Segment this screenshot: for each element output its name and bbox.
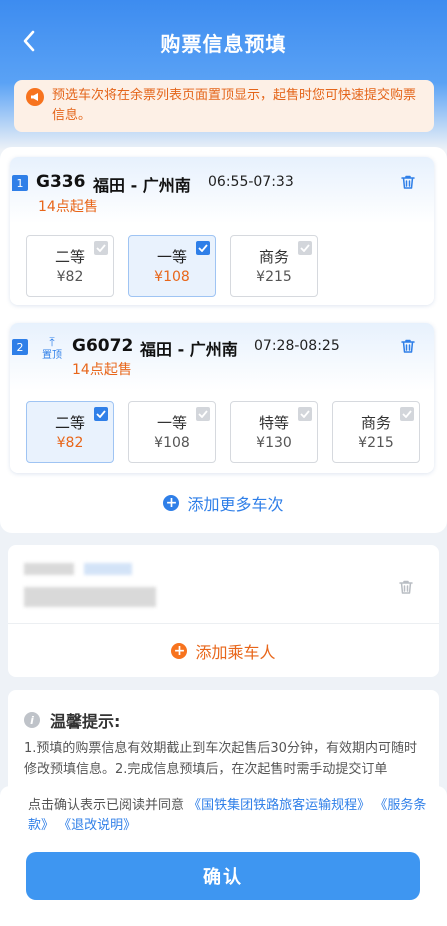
- seat-option[interactable]: 二等 ¥82: [26, 235, 114, 297]
- passenger-id-redacted: [24, 587, 156, 607]
- status-bar: [0, 0, 447, 14]
- passenger-type-redacted: [84, 563, 132, 575]
- train-index-badge: 2: [12, 339, 28, 355]
- checkbox-checked-icon[interactable]: [196, 241, 210, 255]
- tips-card: i 温馨提示: 1.预填的购票信息有效期截止到车次起售后30分钟，有效期内可随时…: [8, 690, 439, 800]
- seat-option[interactable]: 商务 ¥215: [332, 401, 420, 463]
- tips-title: 温馨提示:: [50, 712, 121, 731]
- megaphone-icon: [26, 88, 44, 106]
- seat-price: ¥215: [358, 435, 394, 451]
- seat-price: ¥215: [256, 269, 292, 285]
- sale-time: 14点起售: [38, 199, 98, 215]
- seat-option[interactable]: 商务 ¥215: [230, 235, 318, 297]
- seat-option[interactable]: 一等 ¥108: [128, 235, 216, 297]
- train-index-badge: 1: [12, 175, 28, 191]
- delete-train-button[interactable]: [400, 338, 416, 354]
- seat-option[interactable]: 一等 ¥108: [128, 401, 216, 463]
- add-train-label: 添加更多车次: [187, 495, 284, 514]
- seat-price: ¥108: [154, 435, 190, 451]
- trash-icon: [399, 580, 413, 594]
- train-time: 06:55-07:33: [208, 174, 294, 190]
- pin-label: 置顶: [42, 350, 62, 361]
- notice-banner: 预选车次将在余票列表页面置顶显示，起售时您可快速提交购票信息。: [14, 80, 434, 132]
- checkbox-icon[interactable]: [196, 407, 210, 421]
- checkbox-icon[interactable]: [298, 407, 312, 421]
- divider: [8, 623, 439, 624]
- seat-price: ¥82: [56, 269, 84, 285]
- add-train-button[interactable]: + 添加更多车次: [0, 491, 447, 515]
- passenger-name-redacted: [24, 563, 74, 575]
- tips-body: 1.预填的购票信息有效期截止到车次起售后30分钟，有效期内可随时修改预填信息。2…: [24, 741, 417, 777]
- delete-passenger-button[interactable]: [398, 579, 414, 595]
- seat-price: ¥130: [256, 435, 292, 451]
- checkbox-checked-icon[interactable]: [94, 407, 108, 421]
- checkbox-icon[interactable]: [400, 407, 414, 421]
- train-card: 2 ⤒ 置顶 G6072 福田 - 广州南 07:28-08:25 14点起售 …: [10, 323, 434, 473]
- chevron-left-icon: [23, 30, 35, 52]
- trains-card: 1 G336 福田 - 广州南 06:55-07:33 14点起售 二等 ¥82…: [0, 147, 447, 533]
- train-number: G6072: [72, 336, 134, 356]
- regulation-link[interactable]: 《国铁集团铁路旅客运输规程》: [188, 798, 370, 813]
- delete-train-button[interactable]: [400, 174, 416, 190]
- plus-circle-icon: +: [171, 643, 188, 659]
- refund-link[interactable]: 《退改说明》: [58, 818, 136, 833]
- trash-icon: [401, 339, 415, 353]
- checkbox-icon[interactable]: [94, 241, 108, 255]
- bottom-panel: 点击确认表示已阅读并同意 《国铁集团铁路旅客运输规程》 《服务条款》 《退改说明…: [0, 786, 447, 926]
- info-icon: i: [24, 712, 40, 728]
- agreement-text: 点击确认表示已阅读并同意 《国铁集团铁路旅客运输规程》 《服务条款》 《退改说明…: [28, 796, 428, 836]
- add-passenger-button[interactable]: + 添加乘车人: [8, 637, 439, 665]
- page-title: 购票信息预填: [160, 31, 287, 56]
- train-route: 福田 - 广州南: [93, 176, 191, 195]
- checkbox-icon[interactable]: [298, 241, 312, 255]
- trash-icon: [401, 175, 415, 189]
- passenger-card: + 添加乘车人: [8, 545, 439, 677]
- train-number: G336: [36, 172, 86, 192]
- seat-price: ¥82: [56, 435, 84, 451]
- seat-price: ¥108: [154, 269, 190, 285]
- seat-option[interactable]: 二等 ¥82: [26, 401, 114, 463]
- tips-header: i 温馨提示:: [24, 708, 120, 732]
- confirm-button[interactable]: 确认: [26, 852, 420, 900]
- agreement-prefix: 点击确认表示已阅读并同意: [28, 798, 185, 813]
- nav-bar: 购票信息预填: [0, 22, 447, 62]
- pin-arrow-icon: ⤒: [49, 335, 55, 349]
- sale-time: 14点起售: [72, 362, 132, 378]
- seat-option[interactable]: 特等 ¥130: [230, 401, 318, 463]
- pin-to-top-button[interactable]: ⤒ 置顶: [38, 335, 66, 363]
- add-passenger-label: 添加乘车人: [195, 643, 276, 662]
- train-card: 1 G336 福田 - 广州南 06:55-07:33 14点起售 二等 ¥82…: [10, 157, 434, 305]
- plus-circle-icon: +: [163, 495, 180, 511]
- back-button[interactable]: [14, 26, 44, 56]
- notice-text: 预选车次将在余票列表页面置顶显示，起售时您可快速提交购票信息。: [52, 88, 417, 123]
- train-route: 福田 - 广州南: [140, 340, 238, 359]
- train-time: 07:28-08:25: [254, 338, 340, 354]
